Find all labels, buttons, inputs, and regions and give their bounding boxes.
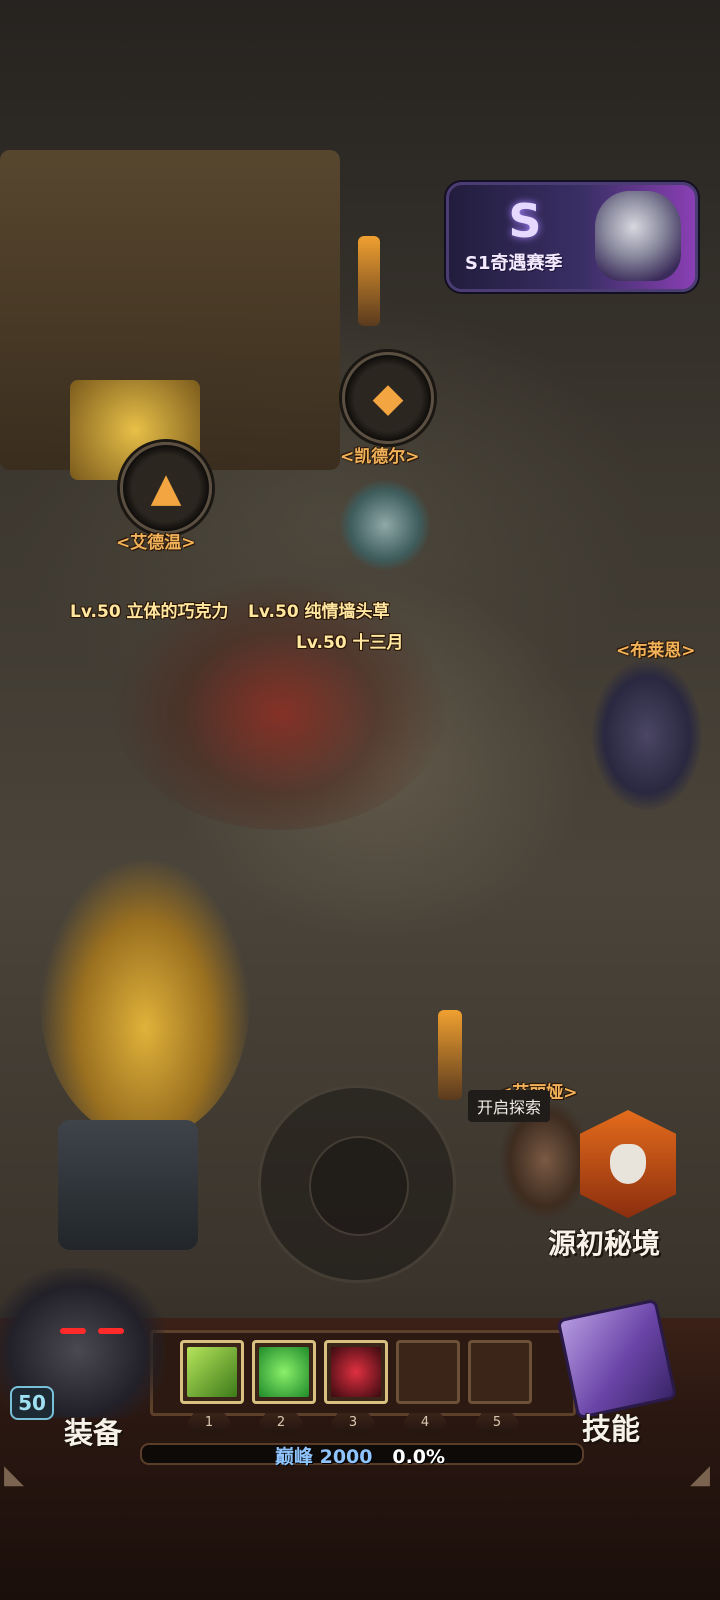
knight-helmet-icon [595, 191, 681, 281]
npc-name-edwin: <艾德温> [116, 533, 196, 553]
hero-eye-left [60, 1328, 86, 1334]
season-event-label: S1奇遇赛季 [465, 253, 563, 274]
secret-realm-label: 源初秘境 [548, 1227, 661, 1260]
npc-kaideer-badge[interactable]: ◆ [342, 352, 434, 444]
skill-slot-4[interactable] [396, 1340, 460, 1404]
slot-number-5: 5 [475, 1413, 519, 1433]
slot-number-3: 3 [331, 1413, 375, 1433]
player-tag-1: Lv.50 立体的巧克力 [70, 602, 229, 622]
skill-slot-3[interactable] [324, 1340, 388, 1404]
explore-speech-bubble[interactable]: 开启探索 [468, 1090, 551, 1122]
torch-right [438, 1010, 462, 1100]
torch-left [358, 236, 380, 326]
rune-icon: ◆ [372, 375, 404, 421]
whirlwind-icon [259, 1347, 309, 1397]
npc-name-kaideer: <凯德尔> [340, 447, 420, 467]
slot-number-1: 1 [187, 1413, 231, 1433]
npc-edwin-badge[interactable]: ▲ [120, 442, 212, 534]
dark-shadow-icon [331, 1347, 381, 1397]
spear-strike-icon [187, 1347, 237, 1397]
hero-eye-right [98, 1328, 124, 1334]
season-s-logo-icon: S [508, 194, 542, 248]
equip-label[interactable]: 装备 [64, 1410, 122, 1452]
fox-icon: ▲ [150, 465, 182, 511]
left-ornament: ◣ [4, 1460, 24, 1490]
horned-skull-icon [610, 1144, 646, 1184]
hero-level-badge: 50 [10, 1386, 54, 1420]
right-ornament: ◢ [690, 1460, 710, 1490]
skill-label[interactable]: 技能 [582, 1406, 640, 1448]
player-tag-3: Lv.50 十三月 [296, 633, 404, 653]
player-tag-2: Lv.50 纯情墙头草 [248, 602, 390, 622]
skill-slot-5[interactable] [468, 1340, 532, 1404]
skill-slot-2[interactable] [252, 1340, 316, 1404]
skill-book-icon[interactable] [556, 1298, 678, 1420]
peak-value: 2000 [319, 1446, 373, 1468]
virtual-joystick[interactable] [258, 1085, 456, 1283]
npc-bulaien-figure[interactable] [592, 660, 702, 810]
slot-number-2: 2 [259, 1413, 303, 1433]
npc-kaideer-figure[interactable] [340, 480, 430, 570]
npc-name-bulaien: <布莱恩> [616, 641, 696, 661]
progress-percent: 0.0% [392, 1446, 446, 1468]
peak-label: 巅峰 [274, 1446, 313, 1468]
joystick-knob[interactable] [309, 1136, 409, 1236]
pineapple-statue [40, 860, 250, 1140]
statue-pedestal [58, 1120, 198, 1250]
skill-slot-1[interactable] [180, 1340, 244, 1404]
season-event-button[interactable]: S S1奇遇赛季 [446, 182, 698, 292]
slot-number-4: 4 [403, 1413, 447, 1433]
